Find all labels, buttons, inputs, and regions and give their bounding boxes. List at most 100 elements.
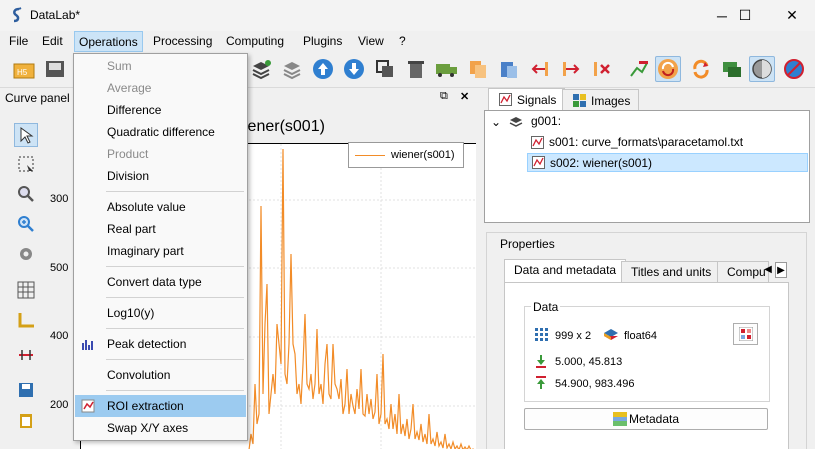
layers-icon[interactable]	[279, 56, 305, 82]
menu-imaginary-part[interactable]: Imaginary part	[75, 240, 246, 262]
tree-group-label[interactable]: g001:	[531, 112, 561, 131]
maximize-button[interactable]: ☐	[722, 0, 768, 31]
duplicate-icon[interactable]	[372, 56, 398, 82]
menu-peak-detection-row[interactable]: Peak detection	[75, 333, 246, 355]
menu-swap-xy-axes[interactable]: Swap X/Y axes	[75, 417, 246, 439]
array-grid-icon	[535, 328, 548, 341]
menu-file[interactable]: File	[9, 34, 28, 48]
metadata-button-label: Metadata	[628, 412, 680, 426]
settings-gear-icon[interactable]	[14, 242, 38, 266]
data-table-icon	[738, 327, 753, 341]
y-tick-label: 500	[50, 262, 69, 274]
tree-item-label: s002: wiener(s001)	[550, 156, 653, 170]
show-titles-icon[interactable]	[719, 56, 745, 82]
metadata-icon	[612, 412, 627, 426]
menu-operations[interactable]: Operations	[74, 31, 143, 52]
copy-titles-icon[interactable]	[465, 56, 491, 82]
float-panel-icon[interactable]: ⧉	[440, 90, 448, 103]
grid-icon[interactable]	[14, 278, 38, 302]
menu-peak-detection[interactable]: Peak detection	[75, 333, 246, 355]
y-tick-label: 300	[50, 193, 69, 205]
menu-edit[interactable]: Edit	[42, 34, 63, 48]
auto-refresh-icon[interactable]	[655, 56, 681, 82]
menu-separator	[106, 328, 244, 329]
menu-difference[interactable]: Difference	[75, 99, 246, 121]
data-y-range: 54.900, 983.496	[555, 378, 635, 390]
data-group-title: Data	[531, 300, 561, 314]
import-left-icon[interactable]	[527, 56, 553, 82]
no-cursor-icon[interactable]	[781, 56, 807, 82]
tab-images-label: Images	[591, 94, 631, 108]
cross-section-icon[interactable]	[14, 343, 38, 367]
tab-images[interactable]: Images	[562, 89, 640, 110]
export-right-icon[interactable]	[558, 56, 584, 82]
signal-icon	[499, 93, 512, 106]
menu-processing[interactable]: Processing	[153, 34, 212, 48]
annotations-icon[interactable]	[626, 56, 652, 82]
menu-absolute-value[interactable]: Absolute value	[75, 196, 246, 218]
menu-roi-extraction-label: ROI extraction	[107, 399, 184, 413]
tab-scroll-left-icon[interactable]: ◀	[762, 262, 774, 278]
magnifier-icon[interactable]	[14, 182, 38, 206]
menu-plugins[interactable]: Plugins	[303, 34, 342, 48]
save-h5-icon[interactable]	[42, 56, 68, 82]
delete-icon[interactable]	[403, 56, 429, 82]
close-panel-icon[interactable]: ✕	[460, 90, 469, 103]
menu-help[interactable]: ?	[399, 34, 406, 48]
datalab-logo-icon	[13, 7, 22, 23]
tab-signals[interactable]: Signals	[488, 88, 566, 110]
close-button[interactable]: ✕	[769, 0, 815, 31]
open-h5-icon[interactable]: H5	[11, 56, 37, 82]
menu-roi-extraction[interactable]: ROI extraction	[75, 395, 246, 417]
y-tick-label: 200	[50, 399, 69, 411]
x-range-arrow-icon	[536, 355, 546, 368]
menu-separator	[106, 390, 244, 391]
legend-label: wiener(s001)	[391, 149, 455, 161]
signal-icon	[532, 156, 545, 169]
operations-menu: Sum Average Difference Quadratic differe…	[73, 53, 248, 441]
select-pointer-icon[interactable]	[14, 123, 38, 147]
curve-panel-title: Curve panel	[5, 91, 70, 105]
tree-item-label: s001: curve_formats\paracetamol.txt	[549, 135, 744, 149]
svg-text:H5: H5	[17, 68, 28, 77]
expand-chevron-icon[interactable]: ⌄	[491, 113, 501, 132]
rectangle-zoom-icon[interactable]	[14, 152, 38, 176]
roi-extraction-icon	[81, 399, 95, 413]
contrast-icon[interactable]	[749, 56, 775, 82]
menu-separator	[106, 191, 244, 192]
tab-data-and-metadata[interactable]: Data and metadata	[504, 259, 627, 283]
axes-icon[interactable]	[14, 308, 38, 332]
menu-quadratic-difference[interactable]: Quadratic difference	[75, 121, 246, 143]
move-up-icon[interactable]	[310, 56, 336, 82]
view-data-button[interactable]	[733, 323, 758, 345]
menu-separator	[106, 266, 244, 267]
paste-metadata-icon[interactable]	[496, 56, 522, 82]
data-shape: 999 x 2	[555, 330, 592, 342]
group-layers-icon	[509, 117, 523, 127]
menu-convert-data-type[interactable]: Convert data type	[75, 271, 246, 293]
menu-separator	[106, 297, 244, 298]
tree-item-s001[interactable]: s001: curve_formats\paracetamol.txt	[527, 133, 807, 152]
zoom-icon[interactable]	[14, 212, 38, 236]
menu-division[interactable]: Division	[75, 165, 246, 187]
legend-line	[355, 155, 385, 156]
metadata-button[interactable]: Metadata	[524, 408, 768, 430]
transfer-icon[interactable]	[434, 56, 460, 82]
menu-convolution[interactable]: Convolution	[75, 364, 246, 386]
layers-new-icon[interactable]	[248, 56, 274, 82]
menu-real-part[interactable]: Real part	[75, 218, 246, 240]
save-plot-icon[interactable]	[14, 378, 38, 402]
delete-metadata-icon[interactable]	[589, 56, 615, 82]
move-down-icon[interactable]	[341, 56, 367, 82]
menu-computing[interactable]: Computing	[226, 34, 284, 48]
signal-tree[interactable]: ⌄ g001: s001: curve_formats\paracetamol.…	[484, 110, 810, 223]
tab-titles-and-units[interactable]: Titles and units	[621, 261, 722, 282]
dtype-stack-icon	[604, 329, 618, 340]
tree-item-s002[interactable]: s002: wiener(s001)	[527, 153, 808, 172]
menu-view[interactable]: View	[358, 34, 384, 48]
copy-clipboard-icon[interactable]	[14, 408, 38, 432]
refresh-icon[interactable]	[688, 56, 714, 82]
tab-scroll-right-icon[interactable]: ▶	[775, 262, 787, 278]
menu-sum: Sum	[107, 59, 132, 73]
menu-log10[interactable]: Log10(y)	[75, 302, 246, 324]
